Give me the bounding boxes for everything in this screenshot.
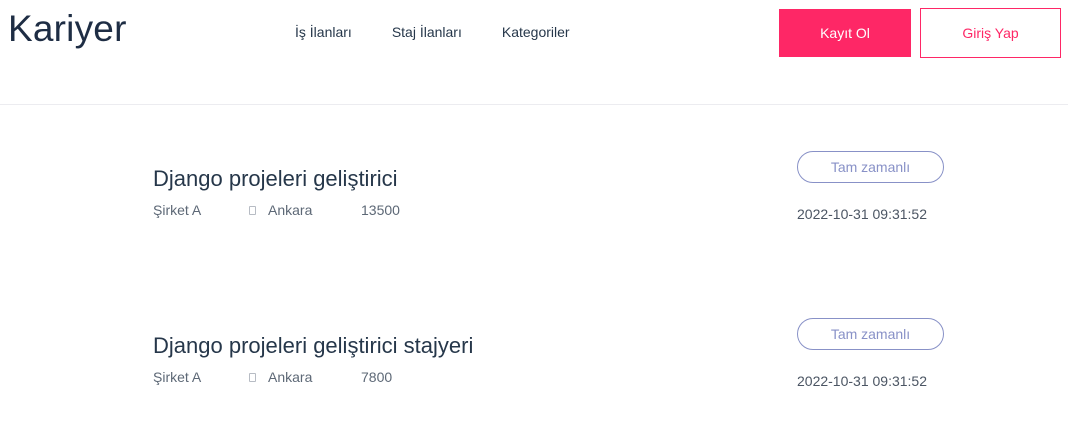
job-title[interactable]: Django projeleri geliştirici stajyeri [153, 333, 473, 359]
main-nav: İş İlanları Staj İlanları Kategoriler [295, 24, 570, 40]
nav-link-categories[interactable]: Kategoriler [502, 24, 570, 40]
job-type-badge: Tam zamanlı [797, 318, 944, 350]
site-logo[interactable]: Kariyer [8, 8, 127, 50]
location-icon [249, 373, 256, 382]
job-type-badge: Tam zamanlı [797, 151, 944, 183]
job-location: Ankara [268, 369, 313, 385]
location-icon [249, 206, 256, 215]
register-button[interactable]: Kayıt Ol [779, 9, 911, 57]
job-salary: 13500 [361, 202, 400, 218]
job-company: Şirket A [153, 369, 202, 385]
job-company: Şirket A [153, 202, 202, 218]
nav-link-internships[interactable]: Staj İlanları [392, 24, 462, 40]
nav-link-job-listings[interactable]: İş İlanları [295, 24, 352, 40]
login-button[interactable]: Giriş Yap [920, 8, 1061, 58]
job-title[interactable]: Django projeleri geliştirici [153, 166, 398, 192]
site-header: Kariyer İş İlanları Staj İlanları Katego… [0, 0, 1068, 105]
job-location: Ankara [268, 202, 313, 218]
job-date: 2022-10-31 09:31:52 [797, 206, 927, 222]
job-salary: 7800 [361, 369, 393, 385]
job-date: 2022-10-31 09:31:52 [797, 373, 927, 389]
